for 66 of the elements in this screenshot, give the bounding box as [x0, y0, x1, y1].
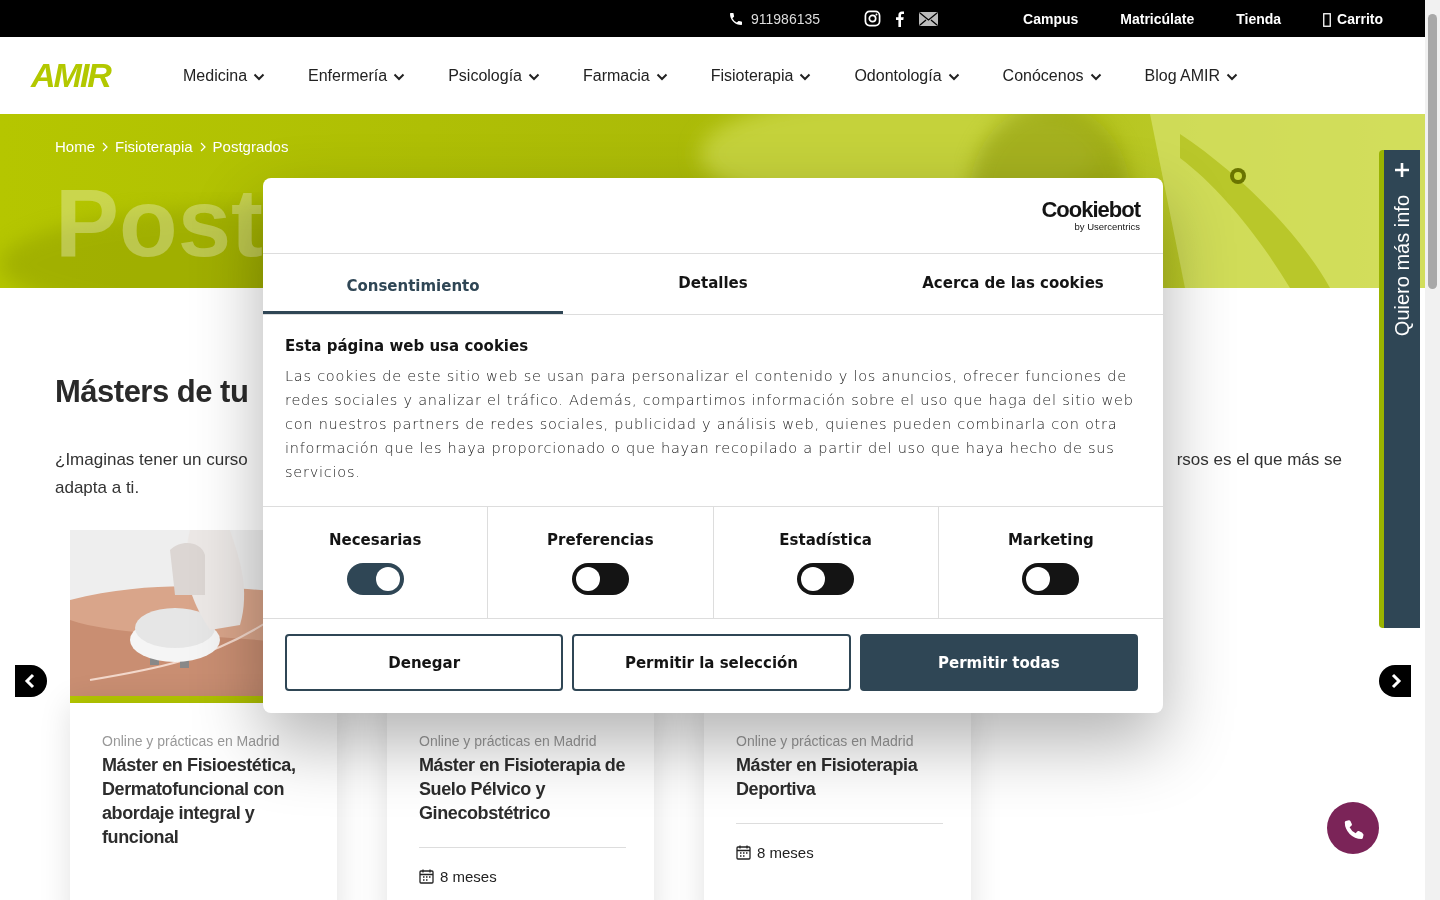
chevron-down-icon: [253, 72, 266, 81]
top-link[interactable]: Tienda: [1236, 10, 1282, 27]
course-location: Online y prácticas en Madrid: [102, 733, 281, 749]
course-title: Máster en Fisioestética, Dermatofuncional con abordaje integral y funcional: [102, 754, 297, 849]
course-duration: 8 meses: [440, 868, 497, 885]
course-duration: 8 meses: [757, 844, 814, 861]
chevron-down-icon: [947, 72, 960, 81]
facebook-icon[interactable]: [895, 10, 905, 27]
next-arrow-button[interactable]: [1379, 665, 1411, 697]
course-card[interactable]: Online y prácticas en Madrid Máster en Fisioestética, Dermatofuncional con abordaje integral y funcional: [70, 703, 337, 900]
chevron-down-icon: [655, 72, 668, 81]
call-button[interactable]: [1327, 802, 1379, 854]
chevron-down-icon: [528, 72, 540, 81]
dialog-tab[interactable]: Acerca de las cookies: [863, 254, 1163, 314]
course-title: Máster en Fisioterapia Deportiva: [736, 754, 919, 801]
top-link[interactable]: Campus: [1023, 10, 1079, 27]
toggle-label: Necesarias: [328, 531, 422, 549]
chevron-down-icon: [799, 72, 812, 81]
side-tab[interactable]: Quiero más info: [1379, 150, 1420, 628]
hero-title: Post: [55, 173, 264, 273]
nav-menu-item[interactable]: Psicología: [448, 66, 540, 85]
course-location: Online y prácticas en Madrid: [419, 733, 598, 749]
toggle-label: Marketing: [1007, 531, 1094, 549]
toggle-switch[interactable]: [571, 563, 629, 595]
nav-menu-item[interactable]: Farmacia: [583, 66, 668, 85]
nav-menu-item[interactable]: Medicina: [183, 66, 266, 85]
toggle-switch[interactable]: [1022, 563, 1080, 595]
calendar-icon: [419, 869, 434, 884]
nav-menu-item[interactable]: Odontología: [854, 66, 960, 85]
chevron-down-icon: [1089, 72, 1102, 81]
phone-number[interactable]: 911986135: [751, 10, 821, 27]
nav-menu-item[interactable]: Conócenos: [1002, 66, 1102, 85]
calendar-icon: [736, 845, 751, 860]
course-title: Máster en Fisioterapia de Suelo Pélvico y Ginecobstétrico: [419, 754, 626, 825]
dialog-tab[interactable]: Detalles: [563, 254, 863, 314]
top-link[interactable]: Matricúlate: [1120, 10, 1195, 27]
chevron-down-icon: [393, 72, 406, 81]
toggle-label: Preferencias: [547, 531, 654, 549]
chevron-right-icon: [102, 141, 108, 152]
intro-text: rsos es el que más se: [1176, 449, 1342, 471]
nav-menu-item[interactable]: Enfermería: [308, 66, 406, 85]
mail-icon[interactable]: [918, 10, 940, 27]
toggle-switch[interactable]: [346, 563, 404, 595]
toggle-label: Estadística: [779, 531, 872, 549]
phone-icon: [728, 10, 744, 27]
course-location: Online y prácticas en Madrid: [736, 733, 915, 749]
cookiebot-logo[interactable]: Cookiebot by Usercentrics: [1041, 199, 1140, 232]
intro-text: adapta a ti.: [55, 477, 141, 499]
instagram-icon[interactable]: [864, 10, 882, 27]
dialog-heading: Esta página web usa cookies: [285, 337, 530, 355]
scrollbar[interactable]: [1425, 0, 1440, 900]
nav-menu-item[interactable]: Fisioterapia: [710, 66, 812, 85]
chevron-right-icon: [199, 141, 206, 152]
top-link[interactable]: Carrito: [1323, 10, 1383, 27]
toggle-switch[interactable]: [797, 563, 855, 595]
intro-text: ¿Imaginas tener un curso: [55, 449, 248, 471]
section-heading: Másters de tu: [55, 373, 249, 411]
dialog-button[interactable]: Permitir todas: [859, 634, 1138, 691]
previous-arrow-button[interactable]: [15, 665, 47, 697]
dialog-text: Las cookies de este sitio web se usan para personalizar el contenido y los anuncios, ofrecer funciones de redes sociales y analizar el tráfico. Además, compartimos información sobre el uso que haga del sitio web con nuestros partners de redes sociales, publicidad y análisis web, quienes pueden combinarla con otra información que les haya proporcionado o que hayan recopilado a partir del uso que haya hecho de sus servicios.: [285, 367, 1135, 482]
nav-menu-item[interactable]: Blog AMIR: [1144, 66, 1239, 85]
dialog-button[interactable]: Denegar: [285, 634, 564, 691]
plus-icon: [1395, 163, 1409, 177]
chevron-down-icon: [1226, 72, 1239, 81]
dialog-tab[interactable]: Consentimiento: [263, 254, 563, 314]
dialog-button[interactable]: Permitir la selección: [572, 634, 851, 691]
